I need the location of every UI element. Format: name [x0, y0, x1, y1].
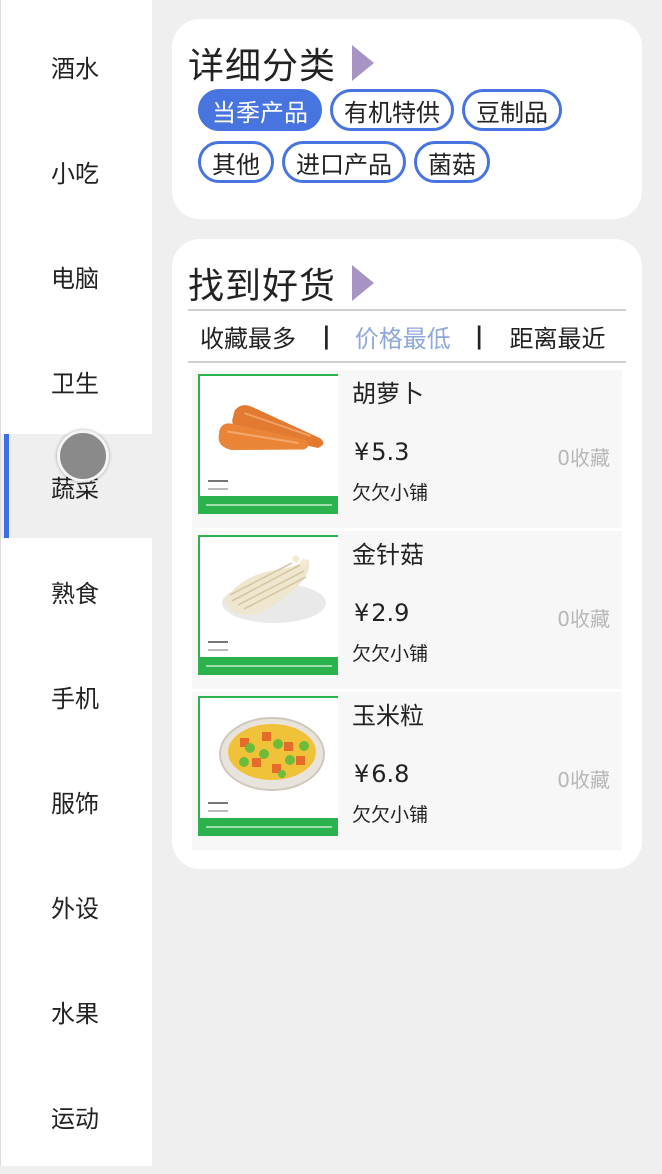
currency-symbol: ¥ — [354, 760, 370, 788]
product-name: 玉米粒 — [352, 702, 424, 730]
label-mark — [208, 641, 228, 651]
sort-separator: | — [474, 322, 484, 350]
category-sidebar: 酒水 小吃 电脑 卫生 蔬菜 熟食 手机 服饰 外设 水果 运动 — [0, 0, 153, 1168]
sidebar-item-label: 电脑 — [51, 264, 99, 293]
chip-label: 其他 — [212, 150, 260, 179]
currency-symbol: ¥ — [354, 599, 370, 627]
sidebar-item-hygiene[interactable]: 卫生 — [1, 329, 153, 433]
brand-band — [200, 657, 338, 675]
chip-label: 进口产品 — [296, 150, 392, 179]
sidebar-item-label: 熟食 — [51, 579, 99, 608]
mixed-vegetables-image — [198, 696, 338, 836]
sidebar-item-label: 运动 — [51, 1104, 99, 1133]
product-item[interactable]: 金针菇 ¥2.9 0收藏 欠欠小铺 — [192, 531, 622, 689]
sort-most-collected[interactable]: 收藏最多 — [200, 319, 296, 354]
sidebar-item-fruit[interactable]: 水果 — [1, 959, 153, 1063]
category-card-title: 详细分类 — [188, 46, 337, 87]
sidebar-item-label: 服饰 — [51, 789, 99, 818]
sort-separator: | — [322, 322, 331, 350]
sidebar-item-label: 小吃 — [51, 159, 99, 188]
currency-symbol: ¥ — [354, 438, 370, 466]
label-mark — [208, 802, 228, 812]
sidebar-item-label: 酒水 — [51, 54, 99, 83]
shop-name: 欠欠小铺 — [352, 482, 429, 504]
enoki-mushroom-image — [198, 535, 338, 675]
collect-count[interactable]: 0收藏 — [557, 764, 610, 793]
chip-other[interactable]: 其他 — [198, 141, 274, 183]
goods-card-header: 找到好货 — [188, 257, 375, 309]
product-price: ¥6.8 — [354, 760, 409, 788]
category-card: 详细分类 当季产品 有机特供 豆制品 其他 进口产品 菌菇 — [172, 19, 642, 219]
chip-mushrooms[interactable]: 菌菇 — [414, 141, 490, 183]
label-mark — [208, 480, 228, 490]
price-value: 5.3 — [371, 438, 410, 466]
sidebar-item-deli[interactable]: 熟食 — [1, 539, 153, 643]
play-arrow-icon — [352, 45, 375, 81]
sidebar-item-computers[interactable]: 电脑 — [1, 224, 153, 328]
brand-band — [200, 818, 338, 836]
chip-seasonal[interactable]: 当季产品 — [198, 89, 322, 131]
chip-label: 当季产品 — [212, 98, 308, 127]
price-value: 2.9 — [371, 599, 410, 627]
product-name: 金针菇 — [352, 541, 424, 569]
sidebar-item-phones[interactable]: 手机 — [1, 644, 153, 748]
product-item[interactable]: 胡萝卜 ¥5.3 0收藏 欠欠小铺 — [192, 370, 622, 528]
goods-card: 找到好货 收藏最多 | 价格最低 | 距离最近 胡萝卜 ¥5.3 0收藏 欠欠小… — [172, 239, 642, 869]
price-value: 6.8 — [371, 760, 410, 788]
brand-band — [200, 496, 338, 514]
sidebar-item-label: 水果 — [51, 999, 99, 1028]
product-price: ¥2.9 — [354, 599, 409, 627]
sidebar-item-label: 手机 — [51, 684, 99, 713]
collect-count[interactable]: 0收藏 — [557, 603, 610, 632]
shop-name: 欠欠小铺 — [352, 643, 429, 665]
sidebar-item-peripherals[interactable]: 外设 — [1, 854, 153, 958]
play-arrow-icon — [352, 265, 375, 301]
collect-count[interactable]: 0收藏 — [557, 442, 610, 471]
chip-organic[interactable]: 有机特供 — [330, 89, 454, 131]
sidebar-item-drinks[interactable]: 酒水 — [1, 14, 153, 118]
sidebar-item-sports[interactable]: 运动 — [1, 1064, 153, 1168]
chip-soy-products[interactable]: 豆制品 — [462, 89, 562, 131]
sidebar-item-label: 外设 — [51, 894, 99, 923]
category-card-header: 详细分类 — [188, 37, 375, 89]
sidebar-item-label: 卫生 — [51, 369, 99, 398]
chip-label: 豆制品 — [476, 98, 548, 127]
shop-name: 欠欠小铺 — [352, 804, 429, 826]
carrot-image — [198, 374, 338, 514]
goods-card-title: 找到好货 — [188, 266, 337, 307]
sidebar-item-snacks[interactable]: 小吃 — [1, 119, 153, 223]
product-price: ¥5.3 — [354, 438, 409, 466]
chip-imported[interactable]: 进口产品 — [282, 141, 406, 183]
sort-lowest-price[interactable]: 价格最低 — [355, 319, 451, 354]
sort-bar: 收藏最多 | 价格最低 | 距离最近 — [188, 309, 626, 363]
category-chip-group: 当季产品 有机特供 豆制品 其他 进口产品 菌菇 — [198, 89, 618, 183]
sidebar-item-clothing[interactable]: 服饰 — [1, 749, 153, 853]
chip-label: 菌菇 — [428, 150, 476, 179]
sort-nearest[interactable]: 距离最近 — [510, 319, 606, 354]
chip-label: 有机特供 — [344, 98, 440, 127]
product-name: 胡萝卜 — [352, 380, 424, 408]
touch-indicator — [57, 430, 109, 482]
product-item[interactable]: 玉米粒 ¥6.8 0收藏 欠欠小铺 — [192, 692, 622, 850]
